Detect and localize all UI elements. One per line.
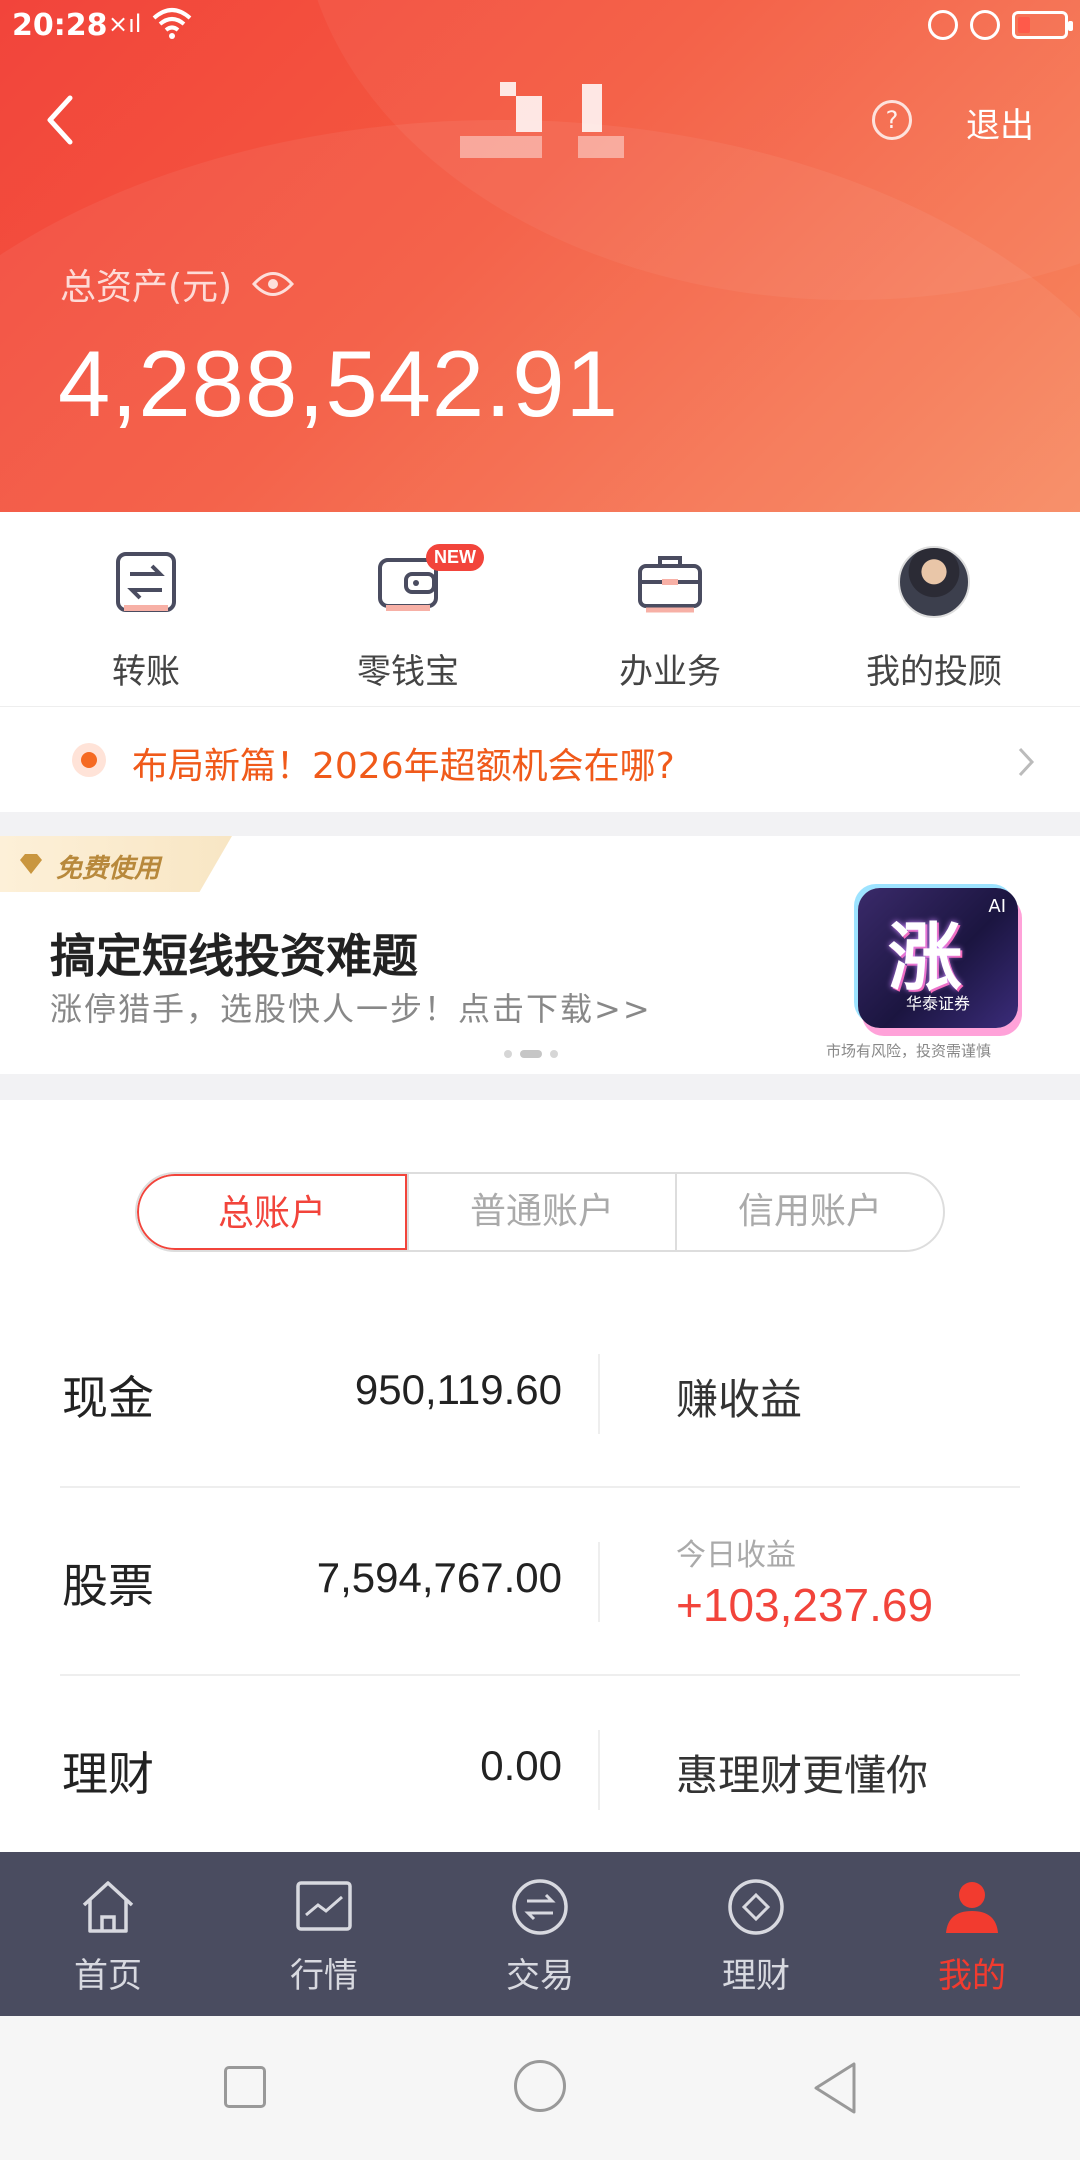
today-profit-label: 今日收益	[676, 1538, 796, 1573]
total-assets-label: 总资产(元)	[60, 267, 233, 308]
signal-icon: ×ıl	[108, 10, 142, 38]
system-navigation	[0, 2016, 1080, 2160]
back-system-button[interactable]	[810, 2060, 860, 2116]
back-button[interactable]	[40, 92, 84, 148]
new-badge: NEW	[426, 544, 484, 571]
status-bar: 20:28 ×ıl	[0, 0, 1080, 56]
asset-name: 现金	[62, 1371, 154, 1425]
battery-icon	[1012, 11, 1073, 39]
quick-actions: 转账 NEW 零钱宝 办业务 我的投顾	[0, 512, 1080, 706]
chart-icon	[296, 1881, 352, 1931]
quick-action-label: 办业务	[619, 652, 721, 692]
quick-action-label: 转账	[112, 652, 180, 692]
news-ticker[interactable]: 布局新篇！2026年超额机会在哪?	[0, 706, 1080, 812]
quick-action-business[interactable]: 办业务	[570, 542, 770, 693]
news-headline: 布局新篇！2026年超额机会在哪?	[132, 746, 675, 787]
divider	[598, 1730, 600, 1810]
logo-brand: 华泰证券	[905, 994, 970, 1013]
quick-action-transfer[interactable]: 转账	[46, 542, 246, 693]
asset-row-stocks[interactable]: 股票 7,594,767.00 今日收益 +103,237.69	[60, 1488, 1020, 1676]
nav-wealth[interactable]: 理财	[648, 1876, 864, 1997]
logo-ai: AI	[988, 896, 1006, 917]
bottom-navigation: 首页 行情 交易 理财 我的	[0, 1852, 1080, 2016]
nav-mine[interactable]: 我的	[864, 1876, 1080, 1997]
status-time: 20:28	[12, 8, 108, 43]
asset-value: 7,594,767.00	[316, 1554, 562, 1601]
tab-normal-account[interactable]: 普通账户	[407, 1174, 675, 1250]
chevron-right-icon	[1018, 747, 1035, 777]
tab-credit-account[interactable]: 信用账户	[675, 1174, 943, 1250]
total-assets-label-group: 总资产(元)	[60, 258, 295, 310]
person-icon	[946, 1882, 998, 1933]
free-use-label: 免费使用	[56, 854, 161, 884]
transfer-icon	[116, 552, 176, 612]
divider	[598, 1354, 600, 1434]
asset-value: 0.00	[480, 1742, 562, 1789]
quick-action-label: 我的投顾	[866, 652, 1002, 692]
exchange-icon	[512, 1879, 568, 1935]
asset-name: 理财	[62, 1747, 154, 1801]
logo-char: 涨	[888, 915, 962, 1001]
account-header: 20:28 ×ıl ? 退出 总资产(元) 4,288,542.91	[0, 0, 1080, 512]
nav-label: 理财	[722, 1956, 790, 1996]
asset-name: 股票	[62, 1559, 154, 1613]
lock-rotation-icon	[928, 10, 958, 40]
wifi-icon	[152, 6, 192, 44]
eye-icon[interactable]	[252, 271, 295, 297]
carousel-indicator	[504, 1050, 558, 1058]
nav-label: 我的	[938, 1956, 1006, 1996]
nav-label: 交易	[506, 1956, 574, 1996]
account-name-masked	[460, 72, 630, 162]
recent-apps-button[interactable]	[224, 2066, 266, 2108]
free-use-tag: 免费使用	[0, 836, 232, 892]
alarm-icon	[970, 10, 1000, 40]
diamond-icon	[728, 1879, 784, 1935]
quick-action-wallet[interactable]: NEW 零钱宝	[308, 542, 508, 693]
total-assets-value: 4,288,542.91	[58, 331, 619, 436]
today-profit-value: +103,237.69	[676, 1579, 934, 1631]
asset-row-wealth[interactable]: 理财 0.00 惠理财更懂你	[60, 1676, 1020, 1864]
home-system-button[interactable]	[514, 2060, 566, 2112]
home-icon	[82, 1881, 134, 1933]
nav-label: 首页	[74, 1956, 142, 1996]
advisor-avatar	[898, 546, 970, 618]
wealth-promo-link[interactable]: 惠理财更懂你	[676, 1742, 928, 1803]
promo-banner[interactable]: 免费使用 搞定短线投资难题 涨停猎手，选股快人一步！点击下载>> 涨 AI 华泰…	[0, 836, 1080, 1074]
risk-notice: 市场有风险，投资需谨慎	[826, 1042, 992, 1060]
asset-row-cash[interactable]: 现金 950,119.60 赚收益	[60, 1300, 1020, 1488]
briefcase-icon	[638, 556, 702, 613]
help-button[interactable]: ?	[872, 100, 912, 140]
asset-value: 950,119.60	[354, 1366, 562, 1413]
account-summary: 总账户 普通账户 信用账户 现金 950,119.60 赚收益 股票 7,594…	[0, 1100, 1080, 1864]
zhangting-app-logo: 涨 AI 华泰证券	[858, 888, 1018, 1028]
divider	[598, 1542, 600, 1622]
chevron-left-icon	[47, 95, 73, 145]
quick-action-label: 零钱宝	[357, 652, 459, 692]
earn-income-link[interactable]: 赚收益	[676, 1366, 802, 1427]
nav-label: 行情	[290, 1956, 358, 1996]
account-tabs: 总账户 普通账户 信用账户	[135, 1172, 945, 1252]
nav-trade[interactable]: 交易	[432, 1876, 648, 1997]
nav-home[interactable]: 首页	[0, 1876, 216, 1997]
diamond-icon	[20, 854, 42, 874]
banner-subtitle: 涨停猎手，选股快人一步！点击下载>>	[50, 990, 652, 1028]
logout-button[interactable]: 退出	[966, 98, 1034, 147]
tab-total-account[interactable]: 总账户	[137, 1174, 407, 1250]
banner-title: 搞定短线投资难题	[50, 929, 418, 983]
nav-market[interactable]: 行情	[216, 1876, 432, 1997]
news-dot-icon	[72, 743, 106, 777]
quick-action-advisor[interactable]: 我的投顾	[834, 542, 1034, 693]
